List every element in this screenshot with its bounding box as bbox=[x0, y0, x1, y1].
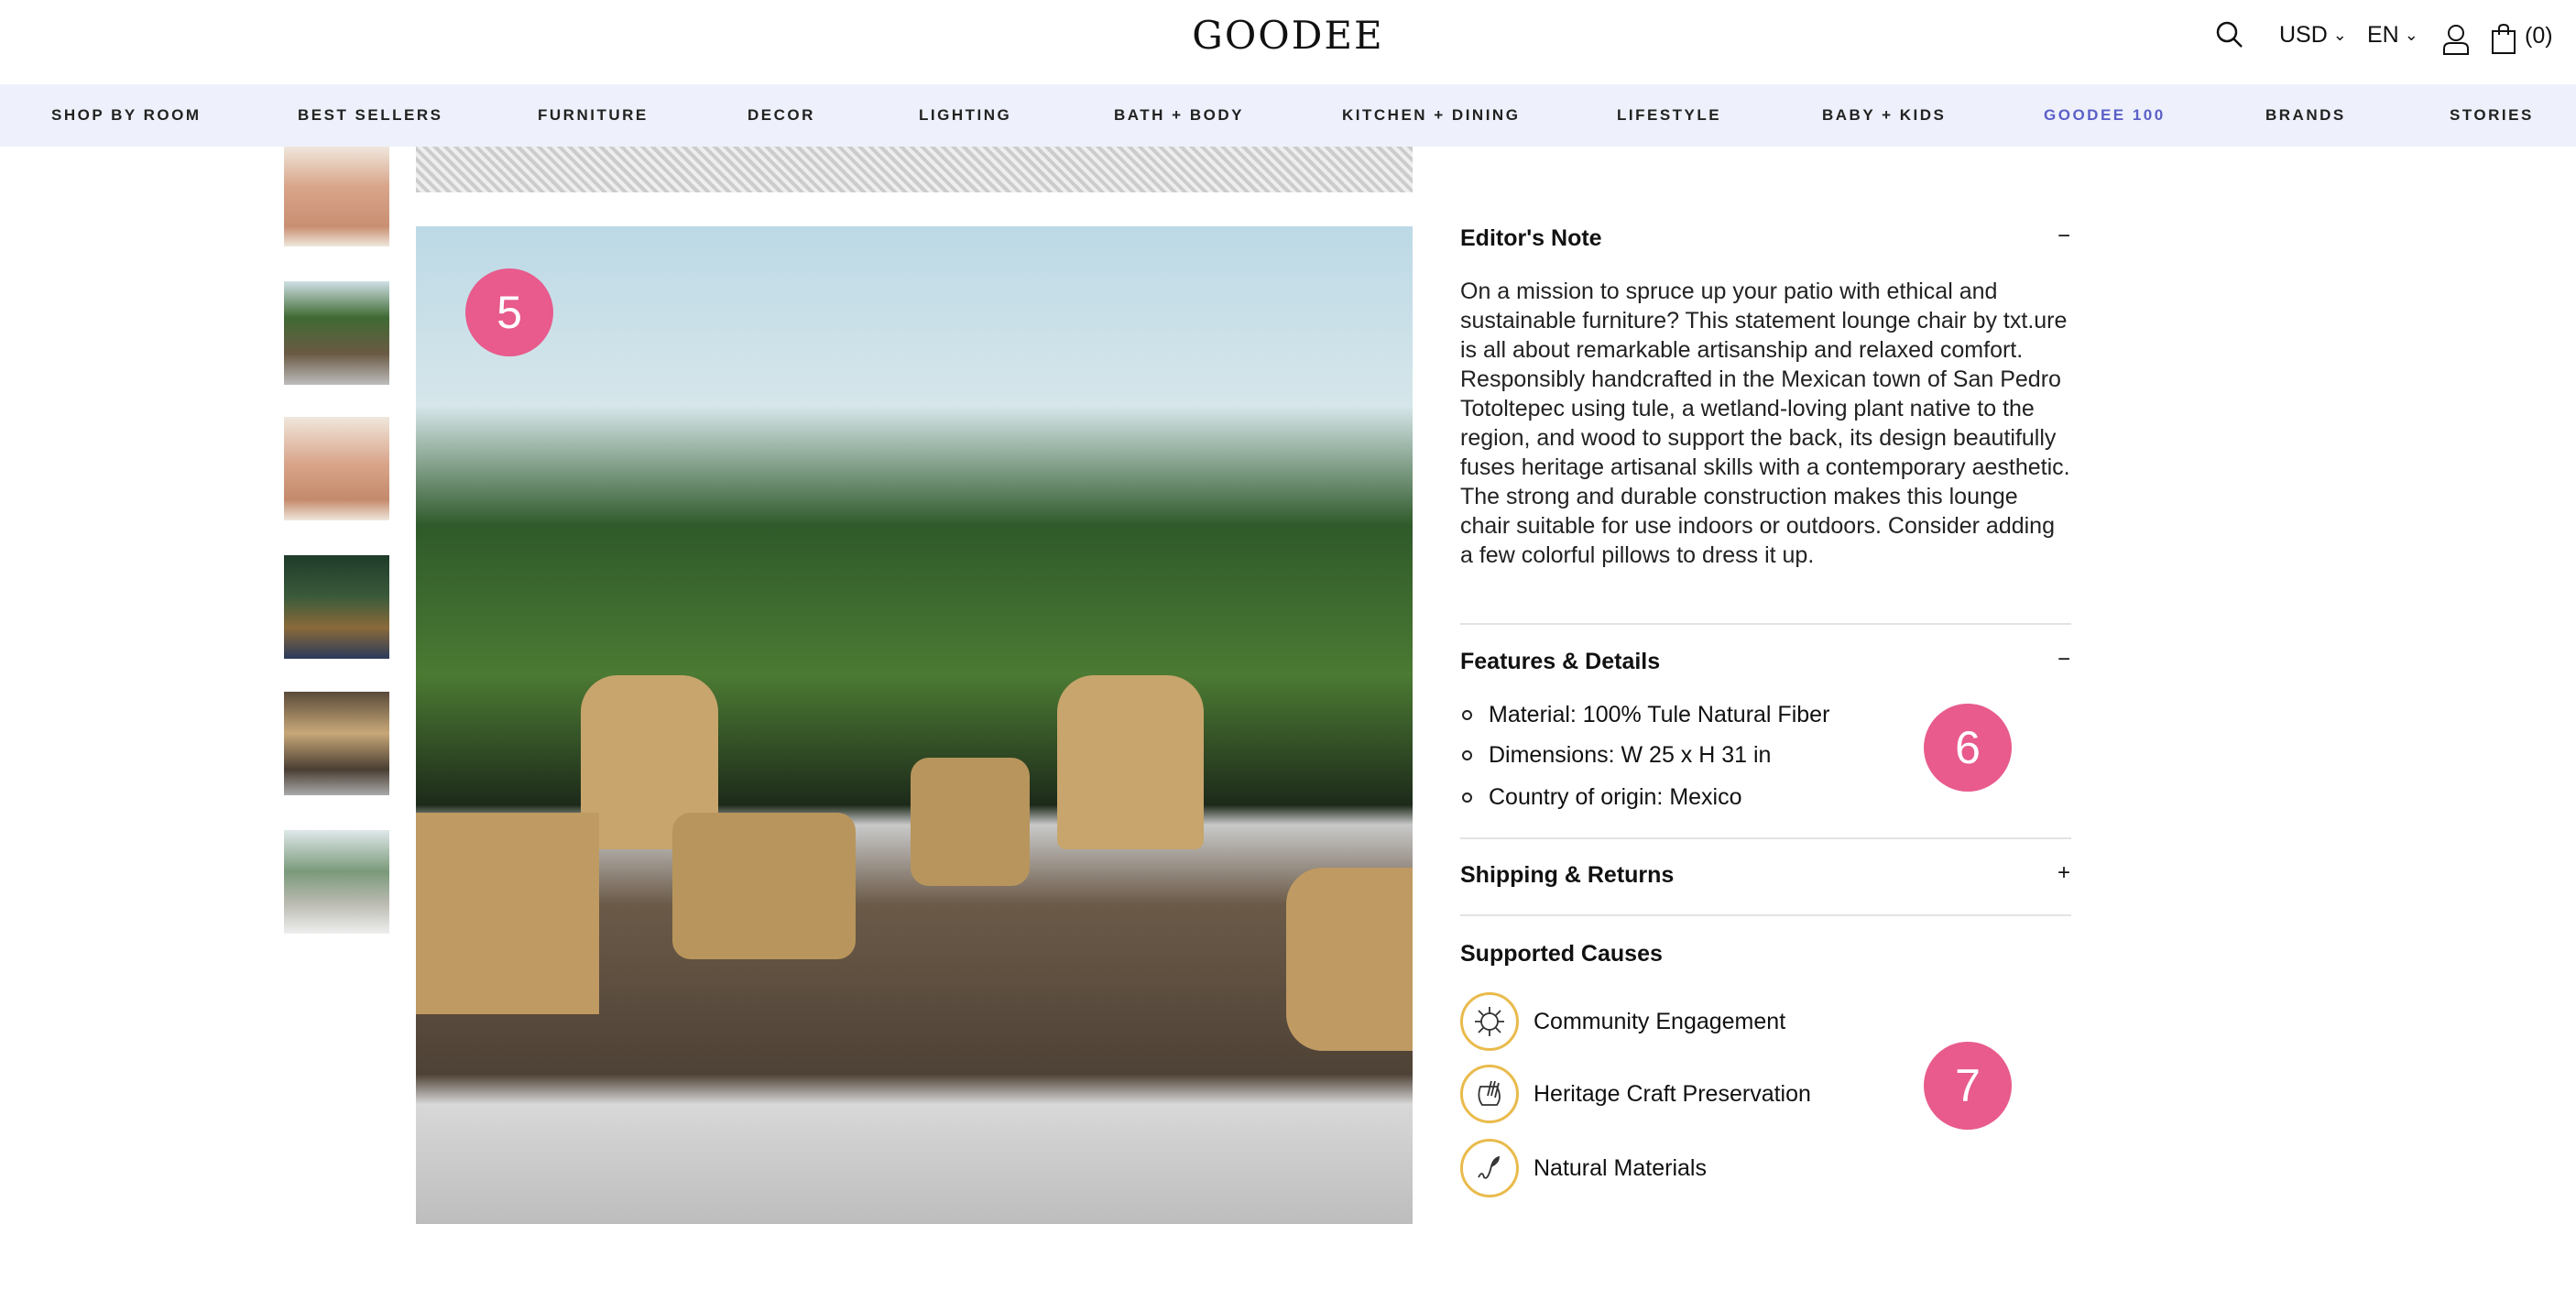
bullet-icon bbox=[1462, 793, 1472, 803]
nav-goodee-100[interactable]: GOODEE 100 bbox=[2044, 106, 2166, 125]
collapse-icon[interactable]: − bbox=[2058, 647, 2070, 672]
cause-label: Heritage Craft Preservation bbox=[1534, 1080, 1811, 1107]
editors-note-heading[interactable]: Editor's Note bbox=[1460, 225, 2071, 252]
cart-icon[interactable] bbox=[2490, 23, 2517, 60]
currency-selector[interactable]: USD ⌄ bbox=[2279, 22, 2347, 49]
feature-item: Country of origin: Mexico bbox=[1462, 784, 1742, 811]
account-icon[interactable] bbox=[2442, 24, 2470, 60]
bullet-icon bbox=[1462, 710, 1472, 720]
nav-lifestyle[interactable]: LIFESTYLE bbox=[1617, 106, 1721, 125]
craft-icon bbox=[1460, 1065, 1519, 1123]
cause-item: Community Engagement bbox=[1460, 992, 1785, 1051]
nav-brands[interactable]: BRANDS bbox=[2265, 106, 2346, 125]
cause-label: Natural Materials bbox=[1534, 1154, 1707, 1181]
thumbnail-4[interactable] bbox=[284, 555, 389, 659]
shipping-heading[interactable]: Shipping & Returns bbox=[1460, 862, 2071, 889]
nav-lighting[interactable]: LIGHTING bbox=[919, 106, 1011, 125]
cause-label: Community Engagement bbox=[1534, 1008, 1786, 1034]
collapse-icon[interactable]: − bbox=[2058, 224, 2070, 249]
nav-shop-by-room[interactable]: SHOP BY ROOM bbox=[51, 106, 202, 125]
bullet-icon bbox=[1462, 750, 1472, 760]
feature-text: Material: 100% Tule Natural Fiber bbox=[1489, 702, 1830, 727]
community-icon bbox=[1460, 992, 1519, 1051]
language-selector[interactable]: EN ⌄ bbox=[2367, 22, 2418, 49]
nav-bath-body[interactable]: BATH + BODY bbox=[1114, 106, 1244, 125]
feature-item: Dimensions: W 25 x H 31 in bbox=[1462, 742, 1771, 769]
nav-stories[interactable]: STORIES bbox=[2450, 106, 2534, 125]
thumbnail-2[interactable] bbox=[284, 281, 389, 385]
supported-causes-heading: Supported Causes bbox=[1460, 941, 1663, 967]
feature-text: Dimensions: W 25 x H 31 in bbox=[1489, 742, 1772, 768]
divider bbox=[1460, 837, 2071, 839]
cart-count[interactable]: (0) bbox=[2525, 23, 2553, 49]
feature-item: Material: 100% Tule Natural Fiber bbox=[1462, 702, 1829, 728]
chevron-down-icon: ⌄ bbox=[2404, 26, 2418, 44]
divider bbox=[1460, 914, 2071, 916]
chevron-down-icon: ⌄ bbox=[2332, 26, 2347, 44]
currency-label: USD bbox=[2279, 22, 2328, 48]
features-heading[interactable]: Features & Details bbox=[1460, 649, 2071, 675]
editors-note-text: On a mission to spruce up your patio wit… bbox=[1460, 279, 2070, 568]
nav-kitchen-dining[interactable]: KITCHEN + DINING bbox=[1342, 106, 1520, 125]
language-label: EN bbox=[2367, 22, 2399, 48]
divider bbox=[1460, 623, 2071, 625]
nav-furniture[interactable]: FURNITURE bbox=[538, 106, 649, 125]
plant-icon bbox=[1460, 1139, 1519, 1197]
thumbnail-3[interactable] bbox=[284, 417, 389, 520]
search-icon[interactable] bbox=[2215, 20, 2244, 49]
thumbnail-1[interactable] bbox=[284, 147, 389, 246]
logo[interactable]: GOODEE bbox=[0, 13, 2576, 58]
cause-item: Heritage Craft Preservation bbox=[1460, 1065, 1811, 1123]
nav-best-sellers[interactable]: BEST SELLERS bbox=[298, 106, 442, 125]
nav-decor[interactable]: DECOR bbox=[748, 106, 815, 125]
annotation-badge-7: 7 bbox=[1924, 1042, 2012, 1130]
previous-product-image bbox=[416, 147, 1413, 192]
cause-item: Natural Materials bbox=[1460, 1139, 1707, 1197]
expand-icon[interactable]: + bbox=[2058, 860, 2070, 886]
product-image bbox=[416, 226, 1413, 1224]
feature-text: Country of origin: Mexico bbox=[1489, 784, 1742, 810]
nav-baby-kids[interactable]: BABY + KIDS bbox=[1822, 106, 1946, 125]
thumbnail-6[interactable] bbox=[284, 830, 389, 934]
thumbnail-5[interactable] bbox=[284, 692, 389, 795]
annotation-badge-5: 5 bbox=[465, 268, 553, 356]
annotation-badge-6: 6 bbox=[1924, 704, 2012, 792]
